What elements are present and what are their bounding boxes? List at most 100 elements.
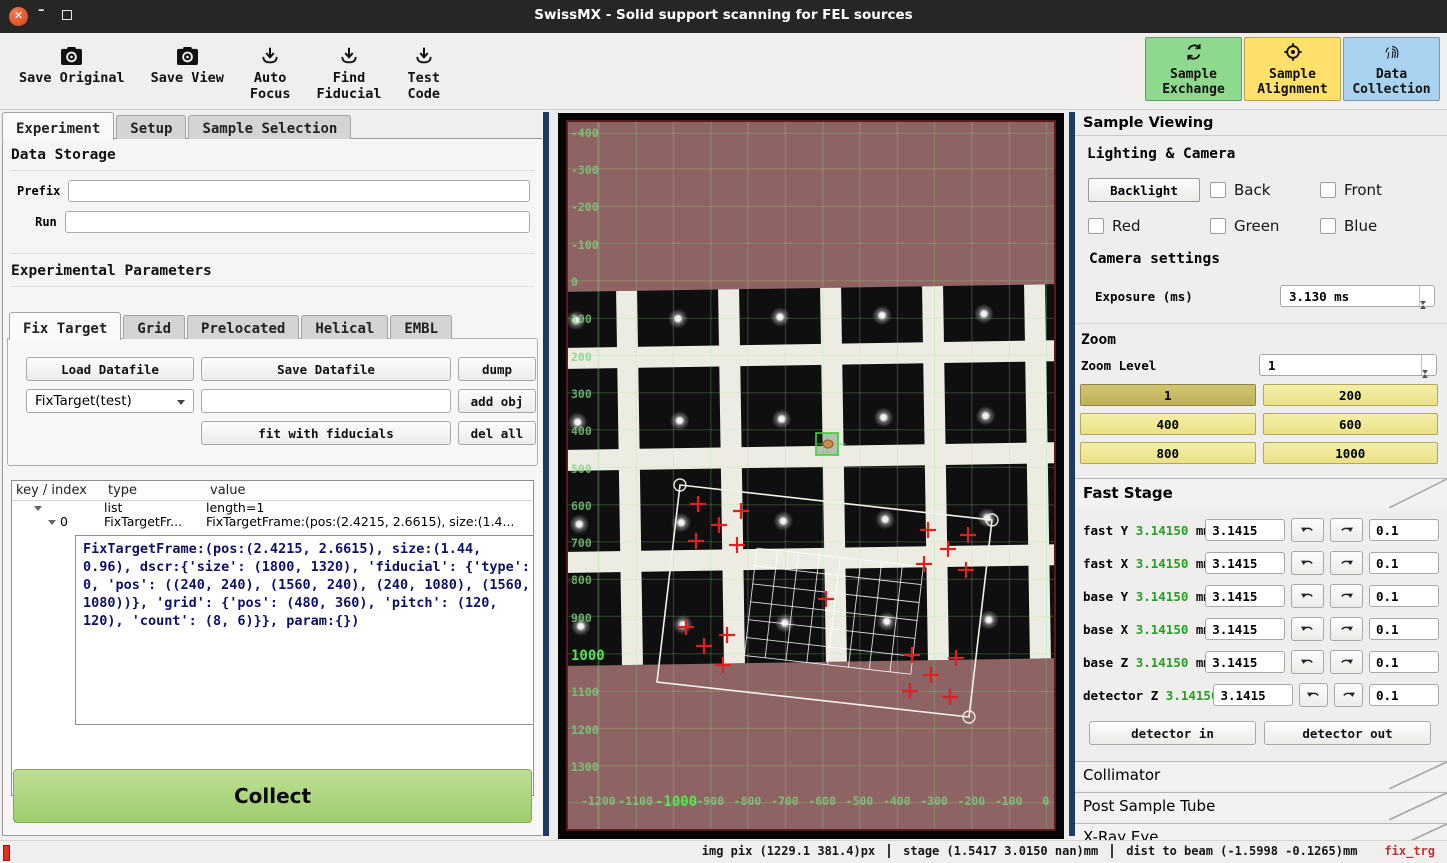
step-size-input[interactable] [1369,651,1439,673]
step-minus-button[interactable] [1291,617,1324,641]
back-checkbox[interactable] [1210,182,1226,198]
stage-target-input[interactable] [1205,651,1285,673]
front-checkbox[interactable] [1320,182,1336,198]
app-window: ✕ – SwissMX - Solid support scanning for… [0,0,1447,863]
expander-icon[interactable] [48,520,56,525]
save-view-button[interactable]: Save View [138,37,237,88]
dump-button[interactable]: dump [458,357,536,381]
collapsed-sections: Collimator Post Sample Tube X-Ray Eye [1075,761,1447,840]
exposure-label: Exposure (ms) [1095,289,1280,304]
undo-arrow-icon [1300,622,1315,637]
x-axis-tick-label: -300 [916,794,952,808]
step-size-input[interactable] [1369,552,1439,574]
step-minus-button[interactable] [1291,518,1324,542]
test-code-button[interactable]: TestCode [395,37,454,104]
zoom-800-button[interactable]: 800 [1080,442,1256,464]
step-minus-button[interactable] [1291,551,1324,575]
zoom-1000-button[interactable]: 1000 [1263,442,1439,464]
subtab-grid[interactable]: Grid [123,315,185,339]
detector-in-button[interactable]: detector in [1089,721,1256,745]
backlight-button[interactable]: Backlight [1088,178,1200,202]
add-obj-button[interactable]: add obj [458,389,536,413]
section-collimator[interactable]: Collimator [1075,761,1447,789]
object-type-dropdown[interactable]: FixTarget(test) [26,389,194,413]
find-fiducial-button[interactable]: FindFiducial [303,37,394,104]
stage-row-base-y: base Y 3.14150 mm [1083,584,1439,608]
tab-setup[interactable]: Setup [116,115,186,139]
stage-target-input[interactable] [1205,618,1285,640]
step-size-input[interactable] [1369,519,1439,541]
prefix-input[interactable] [68,180,530,202]
save-original-button[interactable]: Save Original [6,37,138,88]
status-mode: fix_trg [1384,844,1435,858]
step-plus-button[interactable] [1330,617,1363,641]
expander-icon[interactable] [34,506,42,511]
step-plus-button[interactable] [1330,650,1363,674]
zoom-400-button[interactable]: 400 [1080,413,1256,435]
camera-view[interactable]: -400-300-200-100010020030040050060070080… [566,120,1056,831]
undo-arrow-icon [1300,556,1315,571]
import-icon [260,43,280,69]
zoom-1-button[interactable]: 1 [1080,384,1256,406]
x-axis-tick-label: -400 [879,794,915,808]
tree-row-root[interactable]: list length=1 [12,501,533,515]
zoom-200-button[interactable]: 200 [1263,384,1439,406]
auto-focus-button[interactable]: AutoFocus [237,37,304,104]
load-datafile-button[interactable]: Load Datafile [26,357,194,381]
subtab-fix-target[interactable]: Fix Target [9,312,121,340]
detector-out-button[interactable]: detector out [1264,721,1431,745]
blue-checkbox[interactable] [1320,218,1336,234]
green-checkbox[interactable] [1210,218,1226,234]
fit-with-fiducials-button[interactable]: fit with fiducials [201,421,451,445]
undo-arrow-icon [1300,655,1315,670]
status-bar: img pix (1229.1 381.4)px stage (1.5417 3… [0,840,1447,863]
stage-target-input[interactable] [1205,519,1285,541]
step-plus-button[interactable] [1330,584,1363,608]
step-plus-button[interactable] [1330,551,1363,575]
spinner-arrows[interactable] [1419,286,1434,306]
fast-stage-header[interactable]: Fast Stage [1075,478,1447,508]
sample-alignment-button[interactable]: SampleAlignment [1244,37,1341,101]
object-name-input[interactable] [201,389,451,413]
step-size-input[interactable] [1369,618,1439,640]
collect-button[interactable]: Collect [13,769,532,823]
zoom-600-button[interactable]: 600 [1263,413,1439,435]
step-plus-button[interactable] [1334,683,1363,707]
redo-arrow-icon [1339,556,1354,571]
tab-sample-selection[interactable]: Sample Selection [188,115,351,139]
section-x-ray-eye[interactable]: X-Ray Eye [1075,823,1447,840]
subtab-helical[interactable]: Helical [301,315,388,339]
tree-row-0[interactable]: 0 FixTargetFr... FixTargetFrame:(pos:(2.… [12,515,533,529]
exposure-input[interactable] [1280,285,1435,307]
sample-exchange-button[interactable]: SampleExchange [1145,37,1242,101]
toolbar-button-label: FindFiducial [316,70,381,102]
subtab-embl[interactable]: EMBL [390,315,452,339]
step-minus-button[interactable] [1299,683,1328,707]
run-input[interactable] [65,211,530,233]
step-minus-button[interactable] [1291,650,1324,674]
right-panel: Sample Viewing Lighting & Camera Backlig… [1069,110,1447,840]
del-all-button[interactable]: del all [458,421,536,445]
stage-target-input[interactable] [1213,684,1293,706]
step-size-input[interactable] [1369,684,1439,706]
stage-target-input[interactable] [1205,585,1285,607]
section-label: X-Ray Eye [1083,828,1158,840]
section-post-sample-tube[interactable]: Post Sample Tube [1075,792,1447,820]
run-row: Run [17,211,530,233]
section-notch [1389,793,1447,820]
lighting-controls: Backlight Back Front Red Green Blue [1088,178,1437,235]
back-checkbox-row: Back [1210,181,1320,199]
step-minus-button[interactable] [1291,584,1324,608]
data-collection-button[interactable]: DataCollection [1343,37,1440,101]
spinner-arrows[interactable] [1421,355,1436,375]
subtab-prelocated[interactable]: Prelocated [187,315,299,339]
stage-target-input[interactable] [1205,552,1285,574]
zoom-level-input[interactable] [1259,354,1437,376]
y-axis-tick-label: 400 [571,424,592,438]
tab-experiment[interactable]: Experiment [2,112,114,140]
step-plus-button[interactable] [1330,518,1363,542]
step-size-input[interactable] [1369,585,1439,607]
stage-axis-label: base Z 3.14150 mm [1083,655,1199,670]
save-datafile-button[interactable]: Save Datafile [201,357,451,381]
red-checkbox[interactable] [1088,218,1104,234]
